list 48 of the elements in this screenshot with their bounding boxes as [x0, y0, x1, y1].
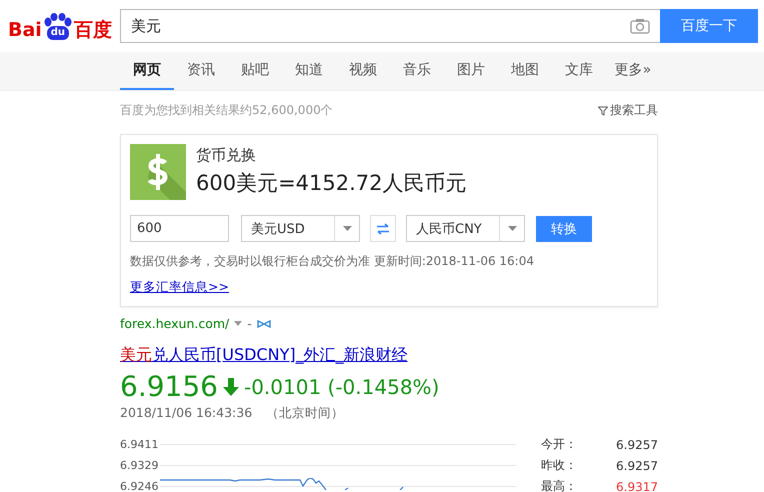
dollar-icon: [130, 144, 186, 200]
nav-tab[interactable]: 视频: [336, 52, 390, 90]
nav-tab[interactable]: 资讯: [174, 52, 228, 90]
caret-icon: [342, 226, 352, 231]
stat-label: 今开：: [541, 436, 577, 453]
conversion-result: 600美元=4152.72人民币元: [196, 170, 467, 197]
result-count: 百度为您找到相关结果约52,600,000个: [120, 102, 333, 119]
logo[interactable]: Bai du 百度: [8, 12, 120, 40]
amount-field[interactable]: 600: [130, 215, 229, 242]
source-url[interactable]: forex.hexun.com/: [120, 316, 230, 331]
filter-icon: [598, 106, 608, 116]
swap-icon: [376, 222, 390, 234]
y-axis-label: 6.9246: [120, 480, 160, 492]
separator: -: [247, 316, 252, 331]
stat-label: 最高：: [541, 478, 577, 492]
stat-label: 昨收：: [541, 457, 577, 474]
y-axis-label: 6.9411: [120, 438, 160, 451]
caret-icon[interactable]: [234, 321, 242, 326]
nav-tab[interactable]: 音乐: [390, 52, 444, 90]
search-button[interactable]: 百度一下: [660, 9, 758, 43]
price-change: -0.0101 (-0.1458%): [244, 374, 440, 398]
swap-button[interactable]: [370, 215, 396, 242]
disclaimer-text: 数据仅供参考，交易时以银行柜台成交价为准 更新时间:2018-11-06 16:04: [130, 253, 535, 270]
camera-icon[interactable]: [630, 18, 650, 34]
timezone-label: （北京时间）: [266, 405, 344, 422]
nav-tab[interactable]: 网页: [120, 52, 174, 90]
nav-tab[interactable]: 地图: [498, 52, 552, 90]
search-tools-link[interactable]: 搜索工具: [598, 102, 658, 119]
nav-tab[interactable]: 图片: [444, 52, 498, 90]
nav-tab[interactable]: 文库: [552, 52, 606, 90]
stat-value: 6.9257: [616, 438, 658, 452]
convert-button[interactable]: 转换: [536, 216, 592, 242]
quote-time: 2018/11/06 16:43:36: [120, 405, 252, 422]
to-currency-select[interactable]: 人民币CNY: [406, 215, 525, 242]
y-axis-label: 6.9329: [120, 459, 160, 472]
more-rates-link[interactable]: 更多汇率信息>>: [130, 279, 229, 296]
nav-tab[interactable]: 贴吧: [228, 52, 282, 90]
bow-icon[interactable]: [256, 320, 271, 328]
nav-tab[interactable]: 知道: [282, 52, 336, 90]
from-currency-select[interactable]: 美元USD: [241, 215, 360, 242]
stat-value: 6.9257: [616, 458, 658, 472]
search-field[interactable]: 美元: [120, 9, 660, 43]
stat-value: 6.9317: [616, 480, 658, 492]
price: 6.9156: [120, 370, 218, 403]
nav-tab[interactable]: 更多»: [606, 52, 660, 90]
caret-icon: [508, 226, 516, 231]
converter-title: 货币兑换: [196, 146, 257, 165]
result-title-link[interactable]: 美元兑人民币[USDCNY]_外汇_新浪财经: [120, 345, 408, 366]
